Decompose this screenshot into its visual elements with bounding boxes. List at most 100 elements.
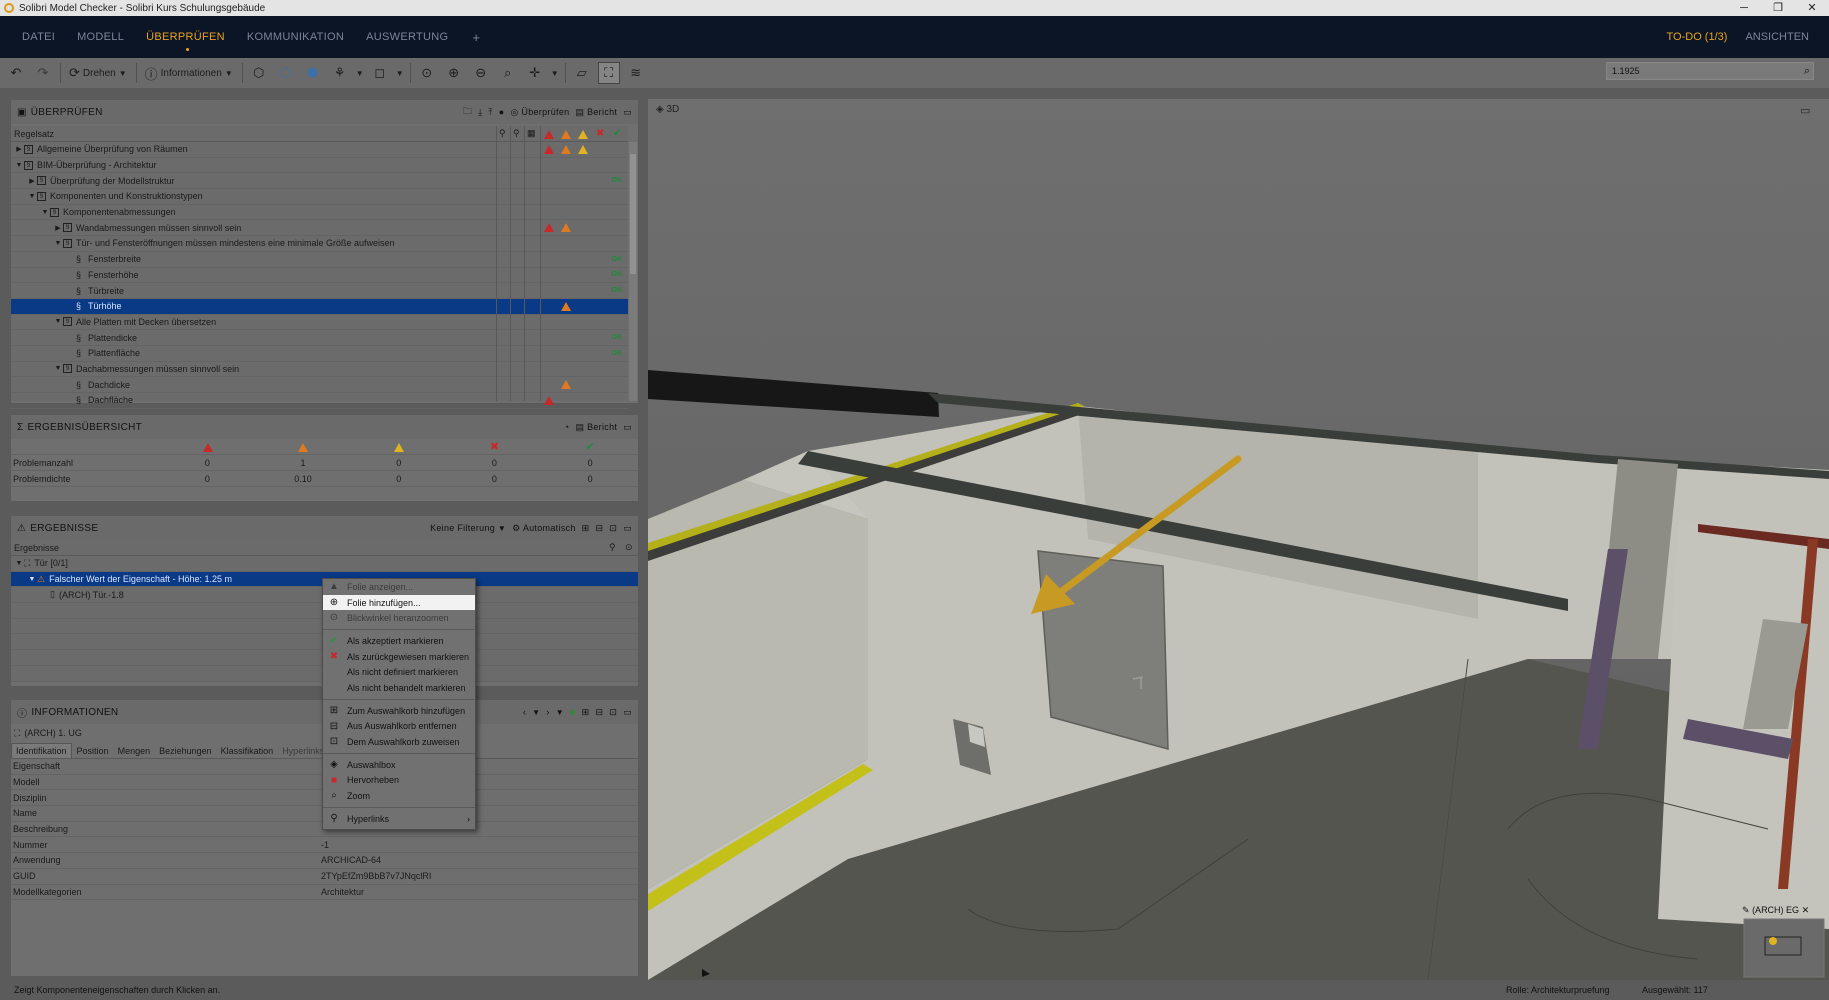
filter-dropdown[interactable]: Keine Filterung ▼ (430, 523, 506, 533)
context-menu-item[interactable]: ⊡ Dem Auswahlkorb zuweisen (323, 734, 475, 750)
basket-add-icon[interactable]: ⊞ (582, 707, 590, 718)
context-menu-item[interactable]: ■ Hervorheben (323, 773, 475, 789)
todo-button[interactable]: TO-DO (1/3) (1667, 31, 1728, 43)
context-menu-item[interactable]: Als nicht definiert markieren (323, 664, 475, 680)
menu-modell[interactable]: MODELL (77, 31, 124, 43)
collapse-icon[interactable]: ▼ (53, 318, 63, 325)
collapse-icon[interactable]: ▼ (40, 209, 50, 216)
ruleset-row[interactable]: § Fensterbreite OK (11, 252, 628, 268)
upload-icon[interactable]: ⤒ (488, 107, 492, 118)
context-menu-item[interactable]: ⊟ Aus Auswahlkorb entfernen (323, 719, 475, 735)
zoom-out-icon[interactable]: ⊖ (470, 62, 492, 84)
ruleset-row[interactable]: ▶ § Überprüfung der Modellstruktur OK (11, 173, 628, 190)
views-button[interactable]: ANSICHTEN (1745, 31, 1809, 43)
expand-icon[interactable]: ▶ (14, 145, 24, 153)
back-icon[interactable]: ‹ (523, 707, 526, 717)
maximize-3d-icon[interactable]: ▭ (1800, 104, 1810, 117)
3d-viewport[interactable] (648, 99, 1829, 980)
property-value[interactable]: -1 (321, 840, 638, 850)
close-icon[interactable]: ✕ (1802, 905, 1810, 915)
forward-icon[interactable]: › (546, 707, 549, 717)
visibility-icon[interactable]: ⚘ (329, 62, 351, 84)
components-icon[interactable]: ⬡ (248, 62, 270, 84)
basket-add-icon[interactable]: ⊞ (582, 523, 590, 534)
collapse-icon[interactable]: ▼ (14, 162, 24, 169)
property-value[interactable]: ARCHICAD-64 (321, 855, 638, 865)
minimize-button[interactable]: ─ (1727, 0, 1761, 16)
menu-kommunikation[interactable]: KOMMUNIKATION (247, 31, 344, 43)
context-menu-item[interactable]: ✖ Als zurückgewiesen markieren (323, 649, 475, 665)
maximize-panel-icon[interactable]: ▭ (623, 523, 632, 534)
chevron-down-icon[interactable]: ▼ (532, 708, 540, 717)
ruleset-row[interactable]: ▼ § Dachabmessungen müssen sinnvoll sein (11, 362, 628, 378)
tab-relations[interactable]: Beziehungen (155, 744, 216, 758)
context-menu-item[interactable]: ⚲ Hyperlinks › (323, 811, 475, 827)
cube-icon[interactable]: ◻ (369, 62, 391, 84)
tab-quantities[interactable]: Mengen (114, 744, 155, 758)
report-button[interactable]: ▤ Bericht (575, 107, 617, 118)
info-dropdown[interactable]: ⓘ Informationen ▼ (142, 62, 236, 84)
pick-icon[interactable]: ✛ (524, 62, 546, 84)
basket-assign-icon[interactable]: ⊡ (609, 523, 617, 534)
summary-report-button[interactable]: ▤ Bericht (575, 422, 617, 433)
context-menu-item[interactable]: ⊕ Folie hinzufügen... (323, 594, 475, 611)
ruleset-row[interactable]: § Türbreite OK (11, 283, 628, 299)
zoom-in-icon[interactable]: ⊕ (443, 62, 465, 84)
ruleset-row[interactable]: ▶ § Allgemeine Überprüfung von Räumen (11, 142, 628, 158)
result-row[interactable]: ▼ ⛶ Tür [0/1] (11, 556, 638, 572)
basket-remove-icon[interactable]: ⊟ (596, 523, 604, 534)
context-menu-item[interactable]: ⊞ Zum Auswahlkorb hinzufügen (323, 703, 475, 719)
rotate-dropdown[interactable]: ⟳ Drehen ▼ (66, 62, 130, 84)
3d-scene[interactable] (648, 99, 1829, 980)
ruleset-row[interactable]: § Fensterhöhe OK (11, 268, 628, 284)
collapse-icon[interactable]: ▼ (27, 576, 37, 583)
menu-ueberpruefen[interactable]: ÜBERPRÜFEN (146, 31, 225, 51)
chevron-down-icon[interactable]: ▼ (396, 62, 404, 84)
zoom-fit-icon[interactable]: ⊙ (416, 62, 438, 84)
collapse-icon[interactable]: ▼ (14, 560, 24, 567)
maximize-panel-icon[interactable]: ▭ (623, 422, 632, 433)
minimap[interactable] (1743, 918, 1825, 978)
zoom-window-icon[interactable]: ⌕ (497, 62, 519, 84)
tab-classification[interactable]: Klassifikation (217, 744, 278, 758)
cube-blue-icon[interactable]: ⬢ (302, 62, 324, 84)
tab-hyperlinks[interactable]: Hyperlinks (278, 744, 328, 758)
menu-datei[interactable]: DATEI (22, 31, 55, 43)
section-plane-icon[interactable]: ▱ (571, 62, 593, 84)
property-value[interactable]: Architektur (321, 887, 638, 897)
ruleset-row[interactable]: ▼ § Alle Platten mit Decken übersetzen (11, 315, 628, 331)
expand-icon[interactable]: ▶ (53, 224, 63, 232)
ruleset-row[interactable]: ▼ § BIM-Überprüfung - Architektur (11, 158, 628, 174)
chevron-down-icon[interactable]: ▼ (551, 62, 559, 84)
basket-assign-icon[interactable]: ⊡ (609, 707, 617, 718)
menu-auswertung[interactable]: AUSWERTUNG (366, 31, 448, 43)
ruleset-row[interactable]: ▼ § Komponentenabmessungen (11, 205, 628, 221)
add-tab-button[interactable]: + (472, 30, 480, 45)
maximize-panel-icon[interactable]: ▭ (623, 107, 632, 118)
scrollbar-thumb[interactable] (630, 154, 636, 274)
undo-icon[interactable]: ↶ (5, 62, 27, 84)
open-folder-icon[interactable]: 🗀 (463, 104, 472, 120)
chevron-down-icon[interactable]: ▼ (356, 62, 364, 84)
maximize-button[interactable]: ❐ (1761, 0, 1795, 16)
chart-icon[interactable]: ◔ (564, 422, 570, 432)
ruleset-row[interactable]: ▼ § Komponenten und Konstruktionstypen (11, 189, 628, 205)
context-menu-item[interactable]: ⌕ Zoom (323, 788, 475, 804)
components-color-icon[interactable]: ⬡ (275, 62, 297, 84)
property-value[interactable]: 2TYpEfZm9BbB7v7JNqclRI (321, 871, 638, 881)
ruleset-row[interactable]: § Türhöhe (11, 298, 628, 315)
context-menu-item[interactable]: Als nicht behandelt markieren (323, 680, 475, 696)
ruleset-row[interactable]: § Dachfläche (11, 393, 628, 409)
collapse-icon[interactable]: ▼ (53, 240, 63, 247)
ruleset-row[interactable]: § Plattenfläche OK (11, 346, 628, 362)
redo-icon[interactable]: ↷ (32, 62, 54, 84)
ruleset-row[interactable]: ▼ § Tür- und Fensteröffnungen müssen minde… (11, 236, 628, 252)
check-button[interactable]: ◎ Überprüfen (510, 107, 569, 118)
circle-icon[interactable]: ● (499, 107, 505, 117)
collapse-icon[interactable]: ▼ (27, 193, 37, 200)
expand-icon[interactable]: ▶ (27, 177, 37, 185)
search-input[interactable]: 1.1925 ⌕ (1606, 62, 1814, 80)
context-menu-item[interactable]: ◈ Auswahlbox (323, 757, 475, 773)
collapse-icon[interactable]: ▼ (53, 365, 63, 372)
download-icon[interactable]: ⤓ (478, 107, 482, 118)
